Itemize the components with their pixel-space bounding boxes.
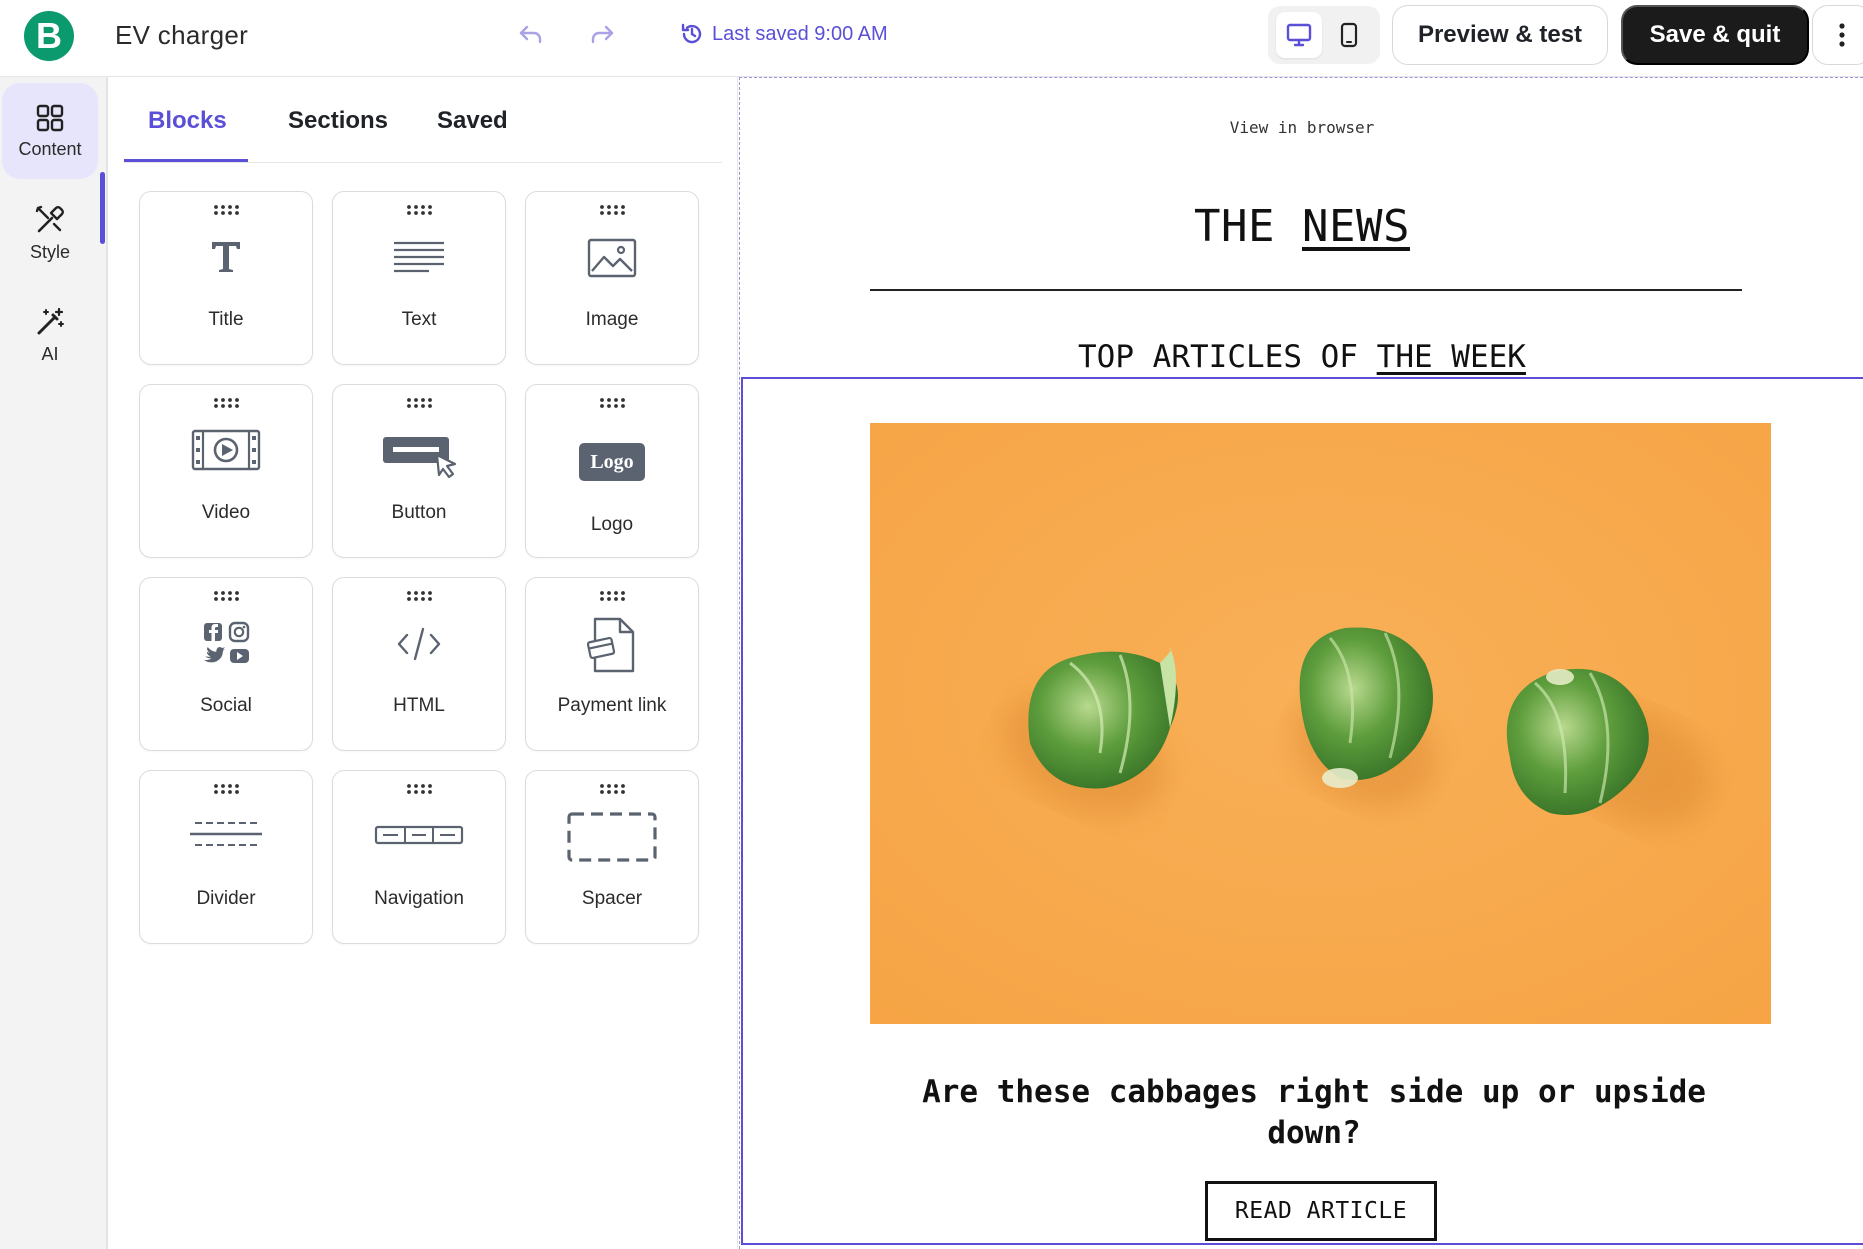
logo-icon: Logo [526, 443, 698, 481]
block-label: Spacer [581, 888, 643, 909]
block-title[interactable]: Title [139, 191, 313, 365]
title-link[interactable]: NEWS [1302, 201, 1410, 252]
active-tab-underline [124, 159, 248, 162]
drag-handle-icon [214, 398, 239, 408]
block-text[interactable]: Text [332, 191, 506, 365]
logo-icon-text: Logo [579, 443, 645, 481]
block-payment-link[interactable]: Payment link [525, 577, 699, 751]
block-html[interactable]: HTML [332, 577, 506, 751]
block-logo[interactable]: Logo Logo [525, 384, 699, 558]
preview-test-button[interactable]: Preview & test [1392, 5, 1608, 65]
block-label: Divider [196, 888, 256, 909]
brush-icon [35, 205, 64, 232]
tab-sections[interactable]: Sections [288, 107, 388, 135]
mobile-icon [1340, 22, 1358, 48]
html-icon [333, 626, 505, 662]
block-video[interactable]: Video [139, 384, 313, 558]
brussels-sprouts-illustration [870, 423, 1771, 1024]
block-spacer[interactable]: Spacer [525, 770, 699, 944]
view-in-browser-link[interactable]: View in browser [739, 118, 1863, 137]
undo-button[interactable] [514, 18, 548, 52]
drag-handle-icon [407, 784, 432, 794]
section-plain: TOP ARTICLES OF [1078, 339, 1358, 375]
section-heading[interactable]: TOP ARTICLES OF THE WEEK [739, 339, 1863, 375]
redo-icon [591, 25, 614, 44]
block-divider[interactable]: Divider [139, 770, 313, 944]
panel-tabs: Blocks Sections Saved [124, 77, 722, 163]
drag-handle-icon [214, 784, 239, 794]
last-saved-status: Last saved 9:00 AM [680, 22, 888, 46]
social-icon [140, 620, 312, 668]
block-image[interactable]: Image [525, 191, 699, 365]
rail-active-indicator [100, 172, 105, 244]
read-article-button[interactable]: READ ARTICLE [1205, 1181, 1437, 1241]
magic-wand-icon [37, 307, 64, 334]
drag-handle-icon [407, 398, 432, 408]
rail-item-style[interactable]: Style [2, 185, 98, 281]
drag-handle-icon [600, 205, 625, 215]
block-label: Title [208, 309, 244, 330]
rail-label-ai: AI [41, 343, 59, 364]
image-icon [526, 238, 698, 278]
article-image[interactable] [870, 423, 1771, 1024]
last-saved-text: Last saved 9:00 AM [712, 22, 888, 45]
payment-link-icon [526, 616, 698, 674]
drag-handle-icon [600, 398, 625, 408]
more-options-button[interactable] [1812, 5, 1863, 65]
title-divider [870, 289, 1742, 291]
left-rail: Content Style AI [0, 77, 108, 1249]
text-icon [333, 240, 505, 276]
rail-label-style: Style [29, 241, 71, 262]
top-bar: B EV charger Last saved 9:00 AM Preview … [0, 0, 1863, 77]
block-navigation[interactable]: Navigation [332, 770, 506, 944]
block-label: Social [200, 695, 252, 716]
drag-handle-icon [600, 591, 625, 601]
tab-saved[interactable]: Saved [437, 107, 508, 135]
desktop-icon [1286, 23, 1312, 47]
document-title[interactable]: EV charger [115, 20, 248, 51]
drag-handle-icon [600, 784, 625, 794]
divider-icon [140, 819, 312, 849]
title-icon [140, 236, 312, 276]
email-canvas[interactable]: View in browser THE NEWS TOP ARTICLES OF… [739, 77, 1863, 1249]
video-icon [140, 429, 312, 471]
redo-button[interactable] [585, 18, 619, 52]
save-quit-button[interactable]: Save & quit [1621, 5, 1809, 65]
rail-label-content: Content [18, 138, 82, 159]
block-label: Video [201, 502, 251, 523]
block-label: Logo [590, 514, 634, 535]
drag-handle-icon [407, 205, 432, 215]
undo-icon [519, 25, 542, 44]
grid-icon [36, 104, 64, 131]
drag-handle-icon [214, 205, 239, 215]
block-label: Button [391, 502, 447, 523]
block-label: Text [401, 309, 437, 330]
rail-item-ai[interactable]: AI [2, 287, 98, 383]
mobile-view-button[interactable] [1326, 12, 1372, 58]
desktop-view-button[interactable] [1276, 12, 1322, 58]
title-plain: THE [1194, 201, 1275, 252]
more-vertical-icon [1839, 23, 1845, 47]
block-label: Image [585, 309, 639, 330]
block-label: Navigation [374, 888, 464, 909]
drag-handle-icon [214, 591, 239, 601]
device-toggle [1268, 6, 1380, 64]
tab-blocks[interactable]: Blocks [148, 107, 227, 135]
block-label: Payment link [557, 695, 667, 716]
drag-handle-icon [407, 591, 432, 601]
rail-item-content[interactable]: Content [2, 83, 98, 179]
block-label: HTML [393, 695, 445, 716]
navigation-icon [333, 825, 505, 845]
brand-logo[interactable]: B [24, 11, 74, 61]
section-link[interactable]: THE WEEK [1377, 339, 1526, 375]
history-icon [681, 23, 702, 44]
blocks-panel: Blocks Sections Saved Title Text Image V… [110, 77, 738, 1249]
article-headline[interactable]: Are these cabbages right side up or upsi… [899, 1072, 1729, 1154]
button-icon [333, 435, 505, 479]
spacer-icon [526, 811, 698, 863]
newsletter-title[interactable]: THE NEWS [739, 201, 1863, 252]
block-button[interactable]: Button [332, 384, 506, 558]
block-social[interactable]: Social [139, 577, 313, 751]
